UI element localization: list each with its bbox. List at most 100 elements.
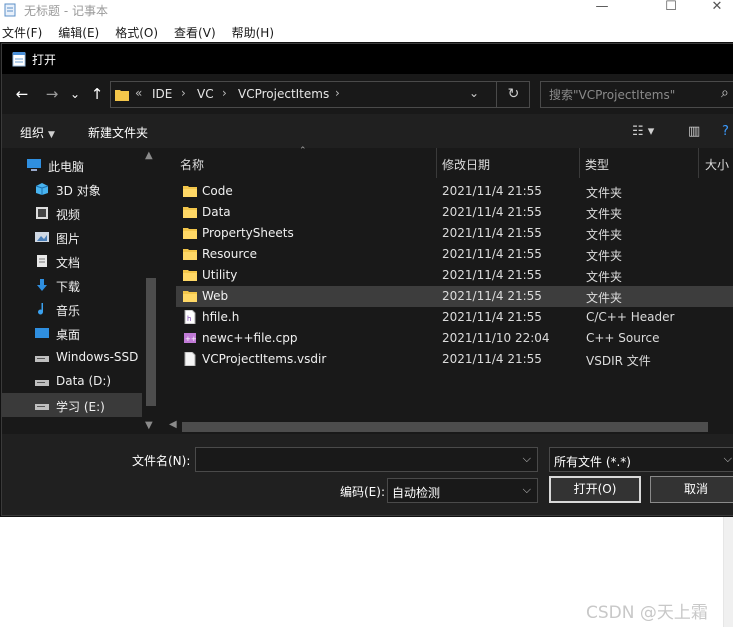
file-type: 文件夹	[586, 186, 623, 200]
computer-icon	[26, 158, 42, 172]
address-bar[interactable]: « IDE › VC › VCProjectItems › ⌄ ↻	[110, 81, 530, 108]
file-name: Resource	[202, 247, 258, 261]
scroll-down-arrow[interactable]: ▼	[145, 420, 153, 431]
sidebar-item-label: 音乐	[56, 304, 81, 318]
menu-file[interactable]: 文件(F)	[0, 22, 42, 42]
folder-icon	[183, 289, 197, 303]
minimize-button[interactable]: —	[579, 0, 625, 16]
sidebar-item[interactable]: Windows-SSD	[2, 345, 142, 369]
menu-format[interactable]: 格式(O)	[113, 22, 158, 42]
search-input[interactable]	[549, 86, 709, 104]
new-folder-button[interactable]: 新建文件夹	[88, 124, 148, 141]
header-file-icon: h	[183, 309, 197, 325]
folder-icon	[183, 226, 197, 240]
column-header-row: ⌃ 名称 修改日期 类型 大小	[164, 146, 733, 178]
file-name: Utility	[202, 268, 238, 282]
file-name: hfile.h	[202, 310, 240, 324]
chevron-down-icon[interactable]: ⌵	[523, 452, 531, 466]
sidebar-item-label: 学习 (E:)	[56, 400, 105, 414]
sidebar-item[interactable]: 音乐	[2, 297, 142, 321]
column-type[interactable]: 类型	[585, 156, 609, 173]
menu-edit[interactable]: 编辑(E)	[56, 22, 99, 42]
filename-field[interactable]: ⌵	[195, 447, 538, 472]
music-icon	[34, 302, 50, 316]
column-divider[interactable]	[698, 148, 699, 178]
sidebar-item[interactable]: Data (D:)	[2, 369, 142, 393]
notepad-icon	[4, 3, 16, 17]
column-modified[interactable]: 修改日期	[442, 156, 490, 173]
recent-locations-button[interactable]: ⌄	[65, 84, 85, 104]
help-icon[interactable]: ?	[722, 124, 729, 139]
file-row[interactable]: h hfile.h 2021/11/4 21:55 C/C++ Header	[176, 307, 733, 328]
breadcrumb-vcprojectitems[interactable]: VCProjectItems	[238, 87, 329, 101]
file-row[interactable]: PropertySheets 2021/11/4 21:55 文件夹	[176, 223, 733, 244]
refresh-icon[interactable]: ↻	[496, 81, 530, 108]
column-name[interactable]: 名称	[180, 156, 204, 173]
breadcrumb-vc[interactable]: VC	[197, 87, 214, 101]
file-type: C++ Source	[586, 331, 660, 345]
organize-button[interactable]: 组织 ▼	[20, 124, 55, 141]
file-modified-date: 2021/11/4 21:55	[442, 310, 542, 324]
up-button[interactable]: ↑	[87, 84, 107, 104]
scrollbar-thumb[interactable]	[182, 422, 708, 432]
file-type: C/C++ Header	[586, 310, 675, 324]
file-row[interactable]: ++ newc++file.cpp 2021/11/10 22:04 C++ Sour…	[176, 328, 733, 349]
file-list: ⌃ 名称 修改日期 类型 大小 Code 2021/11/4 21:55 文件夹 Da…	[164, 146, 733, 434]
scrollbar-thumb[interactable]	[146, 278, 156, 406]
chevron-down-icon[interactable]: ⌄	[469, 86, 479, 100]
file-type-select[interactable]: 所有文件 (*.*) ⌵	[549, 447, 733, 472]
back-button[interactable]: ←	[12, 84, 32, 104]
breadcrumb-overflow[interactable]: «	[135, 86, 142, 100]
breadcrumb-separator[interactable]: ›	[335, 86, 340, 100]
file-row[interactable]: Data 2021/11/4 21:55 文件夹	[176, 202, 733, 223]
sidebar-item-label: 桌面	[56, 328, 81, 342]
file-type: 文件夹	[586, 291, 623, 305]
breadcrumb-ide[interactable]: IDE	[152, 87, 172, 101]
scroll-up-arrow[interactable]: ▲	[145, 150, 153, 161]
sidebar-item[interactable]: 此电脑	[2, 153, 142, 177]
sidebar-item[interactable]: 学习 (E:)	[2, 393, 142, 417]
encoding-select[interactable]: 自动检测 ⌵	[387, 478, 538, 503]
sidebar-item[interactable]: 桌面	[2, 321, 142, 345]
file-type: 文件夹	[586, 228, 623, 242]
search-box[interactable]: ⌕	[540, 81, 733, 108]
menu-view[interactable]: 查看(V)	[172, 22, 216, 42]
folder-icon	[115, 90, 129, 101]
sidebar-item[interactable]: 图片	[2, 225, 142, 249]
folder-icon	[183, 205, 197, 219]
chevron-down-icon[interactable]: ⌵	[523, 483, 531, 497]
file-list-horizontal-scrollbar[interactable]: ◀	[164, 418, 733, 434]
scroll-left-arrow[interactable]: ◀	[169, 419, 177, 430]
notepad-scrollbar[interactable]	[723, 515, 733, 627]
preview-pane-icon[interactable]: ▥	[688, 124, 700, 139]
column-divider[interactable]	[436, 148, 437, 178]
search-icon[interactable]: ⌕	[721, 85, 729, 101]
notepad-title-bar: 无标题 - 记事本 — ☐ ✕	[0, 0, 733, 22]
sidebar-item[interactable]: 3D 对象	[2, 177, 142, 201]
file-row[interactable]: VCProjectItems.vsdir 2021/11/4 21:55 VSDIR…	[176, 349, 733, 370]
chevron-down-icon[interactable]: ⌵	[724, 452, 732, 466]
file-row[interactable]: Code 2021/11/4 21:55 文件夹	[176, 181, 733, 202]
pictures-icon	[34, 230, 50, 244]
view-options-icon[interactable]: ☷ ▾	[632, 124, 654, 139]
menu-help[interactable]: 帮助(H)	[230, 22, 274, 42]
sidebar-item-label: Windows-SSD	[56, 350, 139, 364]
file-modified-date: 2021/11/4 21:55	[442, 289, 542, 303]
column-divider[interactable]	[579, 148, 580, 178]
navigation-pane-scrollbar[interactable]: ▲ ▼	[142, 148, 159, 434]
screen: 无标题 - 记事本 — ☐ ✕ 文件(F) 编辑(E) 格式(O) 查看(V) …	[0, 0, 733, 627]
maximize-button[interactable]: ☐	[648, 0, 694, 16]
sidebar-item[interactable]: 文档	[2, 249, 142, 273]
file-row[interactable]: Resource 2021/11/4 21:55 文件夹	[176, 244, 733, 265]
cancel-button[interactable]: 取消	[650, 476, 733, 503]
file-row[interactable]: Web 2021/11/4 21:55 文件夹	[176, 286, 733, 307]
sidebar-item[interactable]: 视频	[2, 201, 142, 225]
file-row[interactable]: Utility 2021/11/4 21:55 文件夹	[176, 265, 733, 286]
column-size[interactable]: 大小	[705, 156, 729, 173]
forward-button[interactable]: →	[42, 84, 62, 104]
open-button[interactable]: 打开(O)	[549, 476, 641, 503]
sidebar-item-label: Data (D:)	[56, 374, 112, 388]
sidebar-item[interactable]: 下载	[2, 273, 142, 297]
close-button[interactable]: ✕	[694, 0, 733, 16]
notepad-menu-bar: 文件(F) 编辑(E) 格式(O) 查看(V) 帮助(H)	[0, 22, 733, 42]
